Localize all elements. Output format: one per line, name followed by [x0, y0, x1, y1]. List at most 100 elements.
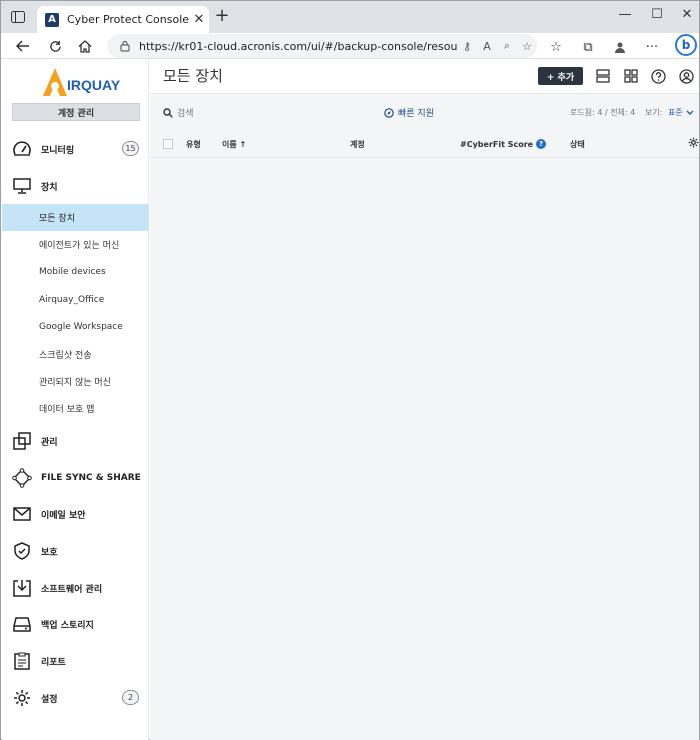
column-settings-icon[interactable] — [688, 137, 699, 148]
airquay-logo: IRQUAY — [43, 68, 121, 96]
user-account-icon[interactable] — [677, 67, 695, 85]
copy-icon — [11, 431, 33, 451]
view-label: 보기: — [645, 108, 663, 117]
maximize-icon[interactable]: ☐ — [645, 7, 669, 25]
sidebar-subitem-unmanaged-machines[interactable]: 관리되지 않는 머신 — [2, 368, 149, 395]
sidebar-subitem-google-workspace[interactable]: Google Workspace — [2, 313, 149, 340]
sidebar-item-label: 리포트 — [41, 657, 66, 668]
column-name[interactable]: 이름 ↑ — [222, 139, 246, 150]
compass-icon — [384, 107, 394, 118]
tab-strip: A Cyber Protect Console ✕ + — ☐ ✕ — [1, 1, 699, 33]
browser-tab[interactable]: A Cyber Protect Console ✕ — [37, 6, 209, 33]
column-type[interactable]: 유형 — [186, 139, 201, 150]
search-field[interactable]: 검색 — [163, 106, 194, 119]
quick-help-link[interactable]: 빠른 지원 — [384, 106, 434, 119]
list-view-icon[interactable] — [594, 67, 612, 85]
new-tab-icon[interactable]: + — [213, 7, 231, 26]
shield-icon — [11, 541, 33, 561]
column-cyberfit-score[interactable]: #CyberFit Score ? — [460, 139, 547, 149]
monitor-icon — [11, 176, 33, 196]
table-header: 유형 이름 ↑ 계정 #CyberFit Score ? 상태 — [150, 130, 699, 158]
sidebar-item-label: 이메일 보안 — [41, 510, 86, 521]
sidebar-item-label: 장치 — [41, 182, 58, 193]
page-title: 모든 장치 — [163, 67, 223, 85]
sidebar-item-software-management[interactable]: 소프트웨어 관리 — [2, 574, 149, 602]
help-icon[interactable] — [649, 67, 667, 85]
sidebar-item-label: 설정 — [41, 694, 58, 705]
favorites-icon[interactable]: ☆ — [546, 37, 566, 57]
quick-help-label: 빠른 지원 — [398, 109, 434, 119]
bing-icon[interactable]: b — [675, 34, 697, 56]
share-icon — [11, 468, 33, 488]
column-account[interactable]: 계정 — [350, 139, 365, 150]
url-text: https://kr01-cloud.acronis.com/ui/#/back… — [139, 39, 457, 53]
view-value: 표준 — [668, 108, 683, 117]
close-window-icon[interactable]: ✕ — [675, 7, 699, 25]
add-button[interactable]: + 추가 — [538, 67, 583, 85]
back-icon[interactable] — [13, 36, 33, 56]
address-toolbar: https://kr01-cloud.acronis.com/ui/#/back… — [1, 33, 699, 59]
download-box-icon — [11, 578, 33, 598]
refresh-icon[interactable] — [45, 36, 65, 56]
svg-text:IRQUAY: IRQUAY — [67, 77, 121, 93]
sidebar-item-label: FILE SYNC & SHARE — [41, 473, 141, 483]
browser-window: A Cyber Protect Console ✕ + — ☐ ✕ https:… — [0, 0, 700, 740]
tab-title: Cyber Protect Console — [67, 13, 190, 26]
select-all-checkbox[interactable] — [163, 139, 173, 149]
sidebar-subitem-machines-with-agents[interactable]: 에이전트가 있는 머신 — [2, 231, 149, 258]
sidebar-item-label: 관리 — [41, 437, 58, 448]
sidebar-subitem-airquay-office[interactable]: Airquay_Office — [2, 286, 149, 313]
sidebar-subitem-mobile-devices[interactable]: Mobile devices — [2, 258, 149, 285]
profile-icon[interactable] — [610, 37, 630, 57]
page-header: 모든 장치 + 추가 — [150, 60, 699, 94]
view-selector[interactable]: 표준 — [668, 107, 694, 118]
search-placeholder: 검색 — [177, 109, 194, 119]
sidebar-item-devices[interactable]: 장치 — [2, 172, 149, 200]
lock-icon — [120, 41, 130, 52]
sidebar-item-management[interactable]: 관리 — [2, 427, 149, 455]
minimize-icon[interactable]: — — [613, 7, 637, 25]
sidebar: IRQUAY 계정 관리 모니터링 15 장치 모든 장치 에이전트가 있는 머… — [2, 60, 149, 740]
column-cyberfit-label: #CyberFit Score — [460, 139, 534, 149]
monitoring-count-badge: 15 — [122, 141, 139, 156]
sidebar-subitem-all-devices[interactable]: 모든 장치 — [2, 204, 149, 231]
sidebar-item-monitoring[interactable]: 모니터링 15 — [2, 135, 149, 163]
read-aloud-icon[interactable]: A — [477, 40, 497, 53]
help-badge-icon[interactable]: ? — [536, 139, 547, 149]
sidebar-item-file-sync-share[interactable]: FILE SYNC & SHARE — [2, 464, 149, 492]
column-status[interactable]: 상태 — [570, 139, 585, 150]
search-icon — [163, 107, 173, 118]
sidebar-item-reports[interactable]: 리포트 — [2, 647, 149, 675]
loaded-count: 로드됨: 4 / 전체: 4 — [570, 108, 636, 117]
sidebar-item-label: 백업 스토리지 — [41, 620, 94, 631]
chevron-down-icon — [686, 110, 694, 115]
sidebar-subitem-screenshot-transfer[interactable]: 스크립샷 전송 — [2, 341, 149, 368]
home-icon[interactable] — [75, 36, 95, 56]
acronis-favicon: A — [45, 12, 59, 27]
favorite-add-icon[interactable]: ☆ — [517, 40, 537, 53]
tab-actions-icon[interactable] — [9, 9, 27, 25]
sidebar-item-label: 소프트웨어 관리 — [41, 584, 103, 595]
more-icon[interactable]: ··· — [642, 37, 662, 57]
sidebar-item-label: 모니터링 — [41, 145, 75, 156]
sidebar-item-protection[interactable]: 보호 — [2, 537, 149, 565]
main-content: 모든 장치 + 추가 검색 빠른 지원 로드됨: 4 / 전체: 4 보기: 표… — [150, 60, 699, 740]
sidebar-item-email-security[interactable]: 이메일 보안 — [2, 500, 149, 528]
key-icon[interactable]: ⚷ — [457, 40, 477, 53]
address-bar[interactable]: https://kr01-cloud.acronis.com/ui/#/back… — [107, 34, 537, 58]
grid-view-icon[interactable] — [622, 67, 640, 85]
account-management-button[interactable]: 계정 관리 — [12, 103, 140, 121]
sidebar-item-backup-storage[interactable]: 백업 스토리지 — [2, 610, 149, 638]
settings-count-badge: 2 — [122, 690, 139, 705]
mail-icon — [11, 504, 33, 524]
drive-icon — [11, 614, 33, 634]
sidebar-item-settings[interactable]: 설정 2 — [2, 684, 149, 712]
close-tab-icon[interactable]: ✕ — [189, 12, 209, 27]
gear-icon — [11, 688, 33, 708]
sidebar-item-label: 보호 — [41, 547, 58, 558]
sidebar-subitem-data-protection-map[interactable]: 데이터 보호 맵 — [2, 395, 149, 422]
list-toolbar: 검색 빠른 지원 로드됨: 4 / 전체: 4 보기: 표준 — [150, 94, 699, 130]
zoom-icon[interactable]: ⌕ — [497, 39, 517, 53]
gauge-icon — [11, 139, 33, 159]
collections-icon[interactable]: ⧉ — [578, 37, 598, 57]
